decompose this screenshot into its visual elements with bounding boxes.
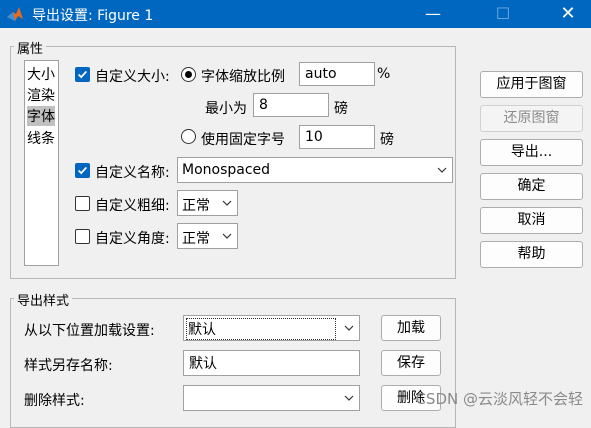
properties-group-title: 属性 (14, 38, 47, 57)
category-list[interactable]: 大小 渲染 字体 线条 (24, 60, 59, 266)
custom-weight-label: 自定义粗细: (95, 198, 170, 214)
matlab-logo-icon (7, 7, 23, 21)
watermark: CSDN @云淡风轻不会轻 (415, 390, 583, 408)
close-button[interactable]: ✕ (545, 0, 591, 28)
font-name-value: Monospaced (182, 162, 271, 178)
save-style-input[interactable] (183, 350, 360, 376)
cancel-button[interactable]: 取消 (480, 207, 583, 234)
custom-name-label: 自定义名称: (95, 165, 170, 181)
help-button[interactable]: 帮助 (480, 241, 583, 268)
window-title: 导出设置: Figure 1 (32, 8, 154, 24)
custom-angle-label: 自定义角度: (95, 231, 170, 247)
chevron-down-icon (344, 325, 354, 331)
font-weight-dropdown[interactable]: 正常 (177, 190, 238, 216)
custom-weight-checkbox[interactable] (75, 196, 90, 211)
maximize-button[interactable]: ☐ (480, 0, 526, 28)
load-button[interactable]: 加载 (381, 315, 441, 341)
chevron-down-icon (222, 233, 232, 239)
fixed-size-radio[interactable] (181, 129, 196, 144)
ok-button[interactable]: 确定 (480, 173, 583, 200)
custom-name-checkbox[interactable] (75, 163, 90, 178)
custom-angle-checkbox[interactable] (75, 229, 90, 244)
export-styles-group-title: 导出样式 (14, 290, 73, 309)
font-name-dropdown[interactable]: Monospaced (177, 157, 453, 183)
save-button[interactable]: 保存 (381, 350, 441, 376)
minimize-button[interactable]: — (410, 0, 456, 28)
chevron-down-icon (344, 395, 354, 401)
list-item-size[interactable]: 大小 (27, 64, 55, 84)
min-size-label: 最小为 (205, 101, 247, 117)
restore-figure-button[interactable]: 还原图窗 (480, 105, 583, 132)
font-scale-label: 字体缩放比例 (201, 69, 285, 85)
fixed-size-unit: 磅 (380, 132, 394, 148)
font-weight-value: 正常 (182, 198, 210, 214)
list-item-render[interactable]: 渲染 (27, 85, 55, 105)
list-item-line[interactable]: 线条 (27, 128, 55, 148)
save-style-label: 样式另存名称: (24, 358, 113, 374)
custom-size-checkbox[interactable] (75, 67, 90, 82)
list-item-font[interactable]: 字体 (27, 106, 55, 126)
load-style-dropdown[interactable]: 默认 (183, 315, 360, 341)
chevron-down-icon (437, 167, 447, 173)
delete-style-dropdown[interactable] (183, 385, 360, 411)
load-style-value: 默认 (186, 318, 336, 340)
font-scale-input[interactable] (299, 62, 375, 86)
delete-style-label: 删除样式: (24, 393, 85, 409)
fixed-size-input[interactable] (299, 125, 375, 149)
export-button[interactable]: 导出... (480, 139, 583, 166)
title-bar[interactable]: 导出设置: Figure 1 — ☐ ✕ (0, 0, 591, 28)
load-settings-label: 从以下位置加载设置: (24, 323, 155, 339)
font-angle-value: 正常 (182, 231, 210, 247)
fixed-size-label: 使用固定字号 (201, 132, 285, 148)
min-size-unit: 磅 (334, 101, 348, 117)
chevron-down-icon (222, 200, 232, 206)
min-size-input[interactable] (253, 93, 329, 117)
custom-size-label: 自定义大小: (95, 69, 170, 85)
apply-to-figure-button[interactable]: 应用于图窗 (480, 71, 583, 98)
font-scale-unit: % (377, 66, 391, 82)
font-scale-radio[interactable] (181, 67, 196, 82)
font-angle-dropdown[interactable]: 正常 (177, 223, 238, 249)
